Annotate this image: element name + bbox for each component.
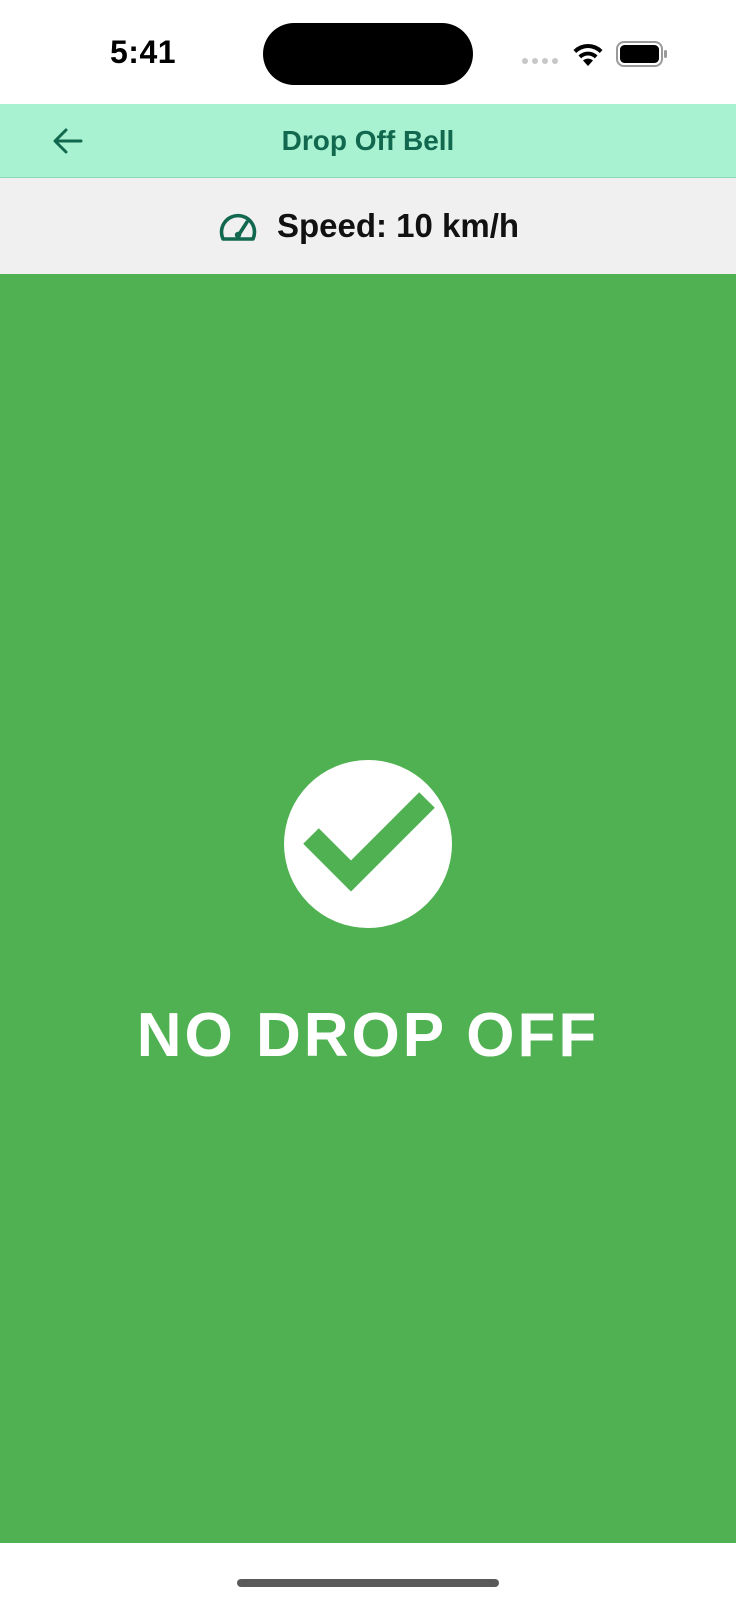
status-time: 5:41	[110, 34, 177, 70]
status-bar: 5:41	[0, 0, 736, 104]
drop-off-status-panel: NO DROP OFF	[0, 274, 736, 1543]
speed-indicator: Speed: 10 km/h	[0, 178, 736, 274]
home-indicator-area	[0, 1543, 736, 1600]
checkmark-icon	[303, 792, 435, 892]
dynamic-island	[263, 23, 473, 85]
back-button[interactable]	[44, 118, 92, 164]
app-header: Drop Off Bell	[0, 104, 736, 178]
page-title: Drop Off Bell	[281, 125, 455, 156]
status-label: NO DROP OFF	[136, 1001, 600, 1070]
battery-icon	[616, 41, 667, 67]
home-indicator[interactable]	[237, 1579, 499, 1587]
check-circle-icon	[284, 760, 452, 928]
speedometer-icon	[219, 213, 257, 241]
speed-text: Speed: 10 km/h	[276, 207, 520, 244]
drop-off-bell-screen: 5:41 Drop Off Bell Speed: 10 km/h NO DRO…	[0, 0, 736, 1600]
arrow-left-icon	[53, 128, 83, 154]
wifi-icon	[573, 43, 603, 66]
signal-dots-icon	[522, 58, 558, 64]
